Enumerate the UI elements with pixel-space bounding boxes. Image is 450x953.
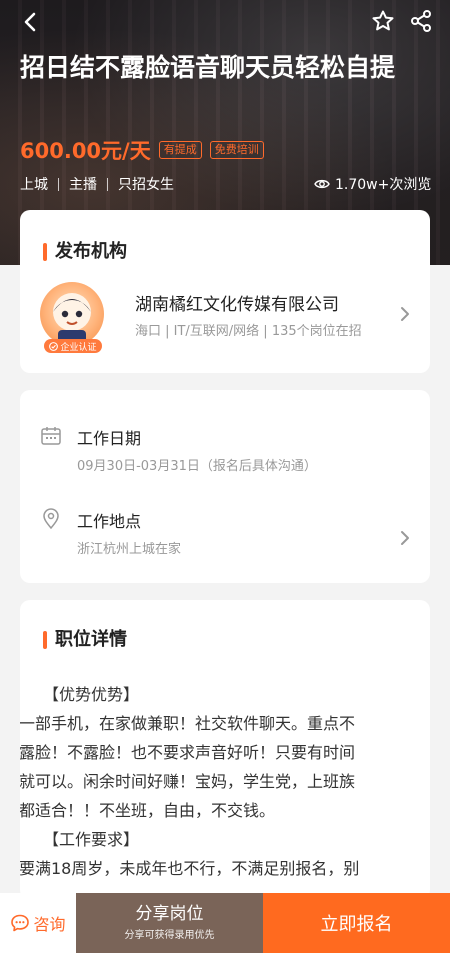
favorite-button[interactable] bbox=[368, 6, 398, 36]
meta-district: 上城 bbox=[20, 177, 48, 193]
views-text: 1.70w+次浏览 bbox=[335, 177, 432, 193]
work-date-label: 工作日期 bbox=[77, 429, 142, 448]
org-name: 湖南橘红文化传媒有限公司 bbox=[135, 295, 339, 315]
share-icon bbox=[411, 10, 431, 32]
work-location-label: 工作地点 bbox=[77, 512, 142, 531]
share-button[interactable] bbox=[406, 6, 436, 36]
meta-requirement: 只招女生 bbox=[118, 177, 174, 193]
chevron-right-icon bbox=[398, 528, 412, 548]
share-job-button[interactable]: 分享岗位 分享可获得录用优先 bbox=[76, 893, 263, 953]
desc-line: 露脸！不露脸！也不要求声音好听！只要有时间 bbox=[20, 743, 356, 762]
share-job-sublabel: 分享可获得录用优先 bbox=[124, 929, 215, 941]
eye-icon bbox=[314, 178, 330, 190]
meta-divider bbox=[58, 177, 59, 191]
org-row[interactable]: 企业认证 湖南橘红文化传媒有限公司 海口 | IT/互联网/网络 | 135个岗… bbox=[40, 282, 410, 354]
job-title: 招日结不露脸语音聊天员轻松自提 bbox=[20, 53, 396, 82]
job-description: 【优势优势】 一部手机，在家做兼职！社交软件聊天。重点不 露脸！不露脸！也不要求… bbox=[20, 680, 415, 883]
verified-badge: 企业认证 bbox=[44, 339, 102, 353]
chevron-right-icon bbox=[398, 304, 412, 324]
publisher-section-title: 发布机构 bbox=[43, 241, 127, 263]
org-info: 海口 | IT/互联网/网络 | 135个岗位在招 bbox=[135, 324, 362, 339]
desc-line: 【工作要求】 bbox=[43, 830, 140, 849]
apply-button[interactable]: 立即报名 bbox=[263, 893, 450, 953]
desc-line: 要满18周岁，未成年也不行，不满足别报名，别 bbox=[20, 859, 360, 878]
job-details-card: 职位详情 【优势优势】 一部手机，在家做兼职！社交软件聊天。重点不 露脸！不露脸… bbox=[20, 600, 430, 900]
work-date-row: 工作日期 09月30日-03月31日（报名后具体沟通） bbox=[40, 425, 410, 475]
chat-icon bbox=[11, 914, 30, 932]
verified-badge-label: 企业认证 bbox=[60, 342, 97, 353]
back-arrow-icon bbox=[24, 12, 36, 32]
meta-category: 主播 bbox=[69, 177, 97, 193]
salary-row: 600.00元/天 有提成 免费培训 bbox=[20, 135, 272, 165]
calendar-icon bbox=[40, 425, 62, 451]
consult-button[interactable]: 咨询 bbox=[0, 893, 76, 953]
consult-label: 咨询 bbox=[33, 915, 66, 934]
tag-free-training: 免费培训 bbox=[209, 141, 264, 159]
desc-line: 【优势优势】 bbox=[43, 685, 140, 704]
view-count: 1.70w+次浏览 bbox=[314, 174, 431, 194]
location-pin-icon bbox=[40, 508, 62, 534]
details-section-title: 职位详情 bbox=[43, 629, 127, 651]
share-job-label: 分享岗位 bbox=[135, 903, 204, 924]
star-icon bbox=[372, 10, 394, 31]
desc-line: 都适合！！不坐班，自由，不交钱。 bbox=[20, 801, 276, 820]
org-logo bbox=[40, 282, 104, 346]
desc-line: 一部手机，在家做兼职！社交软件聊天。重点不 bbox=[20, 714, 356, 733]
work-info-card: 工作日期 09月30日-03月31日（报名后具体沟通） 工作地点 浙江杭州上城在… bbox=[20, 390, 430, 583]
work-location-value: 浙江杭州上城在家 bbox=[77, 542, 182, 557]
salary: 600.00元/天 bbox=[20, 139, 151, 163]
meta-divider bbox=[107, 177, 108, 191]
tag-commission: 有提成 bbox=[158, 141, 202, 159]
back-button[interactable] bbox=[16, 8, 44, 36]
desc-line: 就可以。闲余时间好赚！宝妈，学生党，上班族 bbox=[20, 772, 356, 791]
verified-check-icon bbox=[49, 341, 59, 351]
bottom-action-bar: 咨询 分享岗位 分享可获得录用优先 立即报名 bbox=[0, 893, 450, 953]
publisher-card: 发布机构 企业认证 湖南橘红文化传媒有限公司 海口 | IT/互联网/网络 | … bbox=[20, 210, 430, 373]
work-location-row[interactable]: 工作地点 浙江杭州上城在家 bbox=[40, 508, 410, 560]
work-date-value: 09月30日-03月31日（报名后具体沟通） bbox=[77, 459, 317, 474]
job-meta: 上城 主播 只招女生 bbox=[20, 174, 174, 194]
